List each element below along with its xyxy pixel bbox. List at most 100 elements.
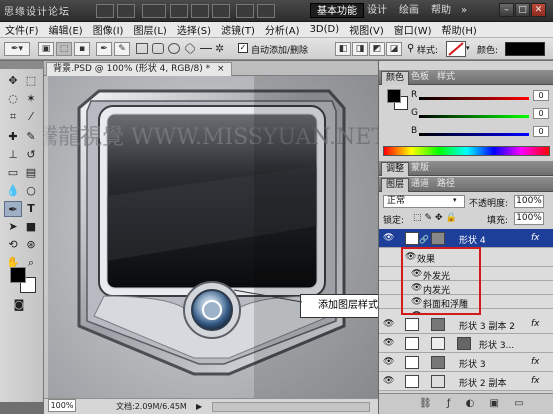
fill-pixels-icon[interactable]: ▪ <box>74 42 90 56</box>
doc-info[interactable]: 文档:2.09M/6.45M <box>116 399 187 414</box>
workspace-painting-button[interactable]: 绘画 <box>393 3 425 18</box>
eye-icon[interactable]: 👁 <box>383 234 394 243</box>
lock-icons[interactable]: ⬚✎✥🔒 <box>413 213 460 223</box>
eye-icon[interactable]: 👁 <box>405 253 416 262</box>
blur-tool-icon[interactable]: 💧 <box>4 183 22 199</box>
eye-icon[interactable]: 👁 <box>411 284 422 293</box>
workspace-more-button[interactable]: » <box>455 3 473 18</box>
eye-icon[interactable]: 👁 <box>383 358 394 367</box>
minimize-button[interactable]: – <box>499 3 514 17</box>
shape-layers-icon[interactable]: ▣ <box>38 42 54 56</box>
marquee-tool-icon[interactable]: ⬚ <box>22 73 40 89</box>
effect-outer-glow[interactable]: 👁 外发光 <box>379 267 553 282</box>
combine-add-icon[interactable]: ◧ <box>335 42 351 56</box>
eye-icon[interactable]: 👁 <box>411 270 422 279</box>
brush-tool-icon[interactable]: ✎ <box>22 129 40 145</box>
quick-mask-icon[interactable]: ◙ <box>10 297 28 313</box>
hand-tool-icon[interactable] <box>170 4 188 18</box>
eye-icon[interactable]: 👁 <box>383 320 394 329</box>
combine-subtract-icon[interactable]: ◨ <box>352 42 368 56</box>
layer-row-shape3-copy2[interactable]: 👁 形状 3 副本 2 fx <box>379 315 553 334</box>
line-shape-icon[interactable] <box>200 48 212 49</box>
status-menu-arrow-icon[interactable]: ▶ <box>196 399 202 414</box>
eye-icon[interactable]: 👁 <box>411 298 422 307</box>
screen-mode-icon[interactable] <box>257 4 275 18</box>
maximize-button[interactable]: □ <box>515 3 530 17</box>
arrange-docs-icon[interactable] <box>236 4 254 18</box>
menu-select[interactable]: 选择(S) <box>172 22 216 37</box>
workspace-design-button[interactable]: 设计 <box>361 3 393 18</box>
tab-paths[interactable]: 路径 <box>433 178 459 192</box>
crop-tool-icon[interactable]: ⌗ <box>4 109 22 125</box>
ellipse-shape-icon[interactable] <box>168 43 180 54</box>
custom-shape-tool-icon[interactable]: ■ <box>22 219 40 235</box>
lasso-tool-icon[interactable]: ◌ <box>4 91 22 107</box>
tab-layers[interactable]: 图层 <box>381 178 410 192</box>
clone-stamp-icon[interactable]: ⊥ <box>4 147 22 163</box>
custom-shape-icon[interactable]: ✲ <box>215 42 224 55</box>
3d-orbit-icon[interactable]: ⊛ <box>22 237 40 253</box>
freeform-pen-icon[interactable]: ✎ <box>114 42 130 56</box>
path-select-icon[interactable]: ➤ <box>4 219 22 235</box>
history-brush-icon[interactable]: ↺ <box>22 147 40 163</box>
rounded-rectangle-icon[interactable] <box>152 43 164 54</box>
menu-3d[interactable]: 3D(D) <box>305 24 345 35</box>
fx-icon[interactable]: fx <box>531 233 540 243</box>
document-tab[interactable]: 背景.PSD @ 100% (形状 4, RGB/8) * × <box>46 62 232 76</box>
eyedropper-icon[interactable]: ⁄ <box>22 109 40 125</box>
fx-icon[interactable]: fx <box>531 376 540 386</box>
horizontal-scrollbar[interactable] <box>212 402 370 412</box>
combine-intersect-icon[interactable]: ◩ <box>369 42 385 56</box>
menu-help[interactable]: 帮助(H) <box>437 22 482 37</box>
fill-field[interactable]: 100% <box>514 212 544 225</box>
menu-edit[interactable]: 编辑(E) <box>44 22 88 37</box>
tab-adjustments[interactable]: 调整 <box>381 162 410 176</box>
gradient-tool-icon[interactable]: ▤ <box>22 165 40 181</box>
layer-row-shape2-copy[interactable]: 👁 形状 2 副本 fx <box>379 372 553 391</box>
bridge-icon[interactable] <box>96 4 114 18</box>
3d-rotate-icon[interactable]: ⟲ <box>4 237 22 253</box>
color-swatch[interactable] <box>505 42 545 56</box>
menu-filter[interactable]: 滤镜(T) <box>216 22 260 37</box>
blue-value[interactable]: 0 <box>533 126 549 137</box>
polygon-shape-icon[interactable] <box>183 42 197 55</box>
combine-exclude-icon[interactable]: ◪ <box>386 42 402 56</box>
eye-icon[interactable]: 👁 <box>383 377 394 386</box>
dodge-tool-icon[interactable]: ○ <box>22 183 40 199</box>
chevron-down-icon[interactable]: ▾ <box>466 44 470 52</box>
red-slider[interactable] <box>419 97 529 100</box>
move-tool-icon[interactable]: ✥ <box>4 73 22 89</box>
close-button[interactable]: ✕ <box>531 3 546 17</box>
green-value[interactable]: 0 <box>533 108 549 119</box>
layers-panel-footer[interactable]: ⛓ ƒ ◐ ▣ ▭ 🗑 <box>379 393 553 414</box>
menu-layer[interactable]: 图层(L) <box>128 22 171 37</box>
fx-icon[interactable]: fx <box>531 357 540 367</box>
magic-wand-icon[interactable]: ✶ <box>22 91 40 107</box>
workspace-essentials-button[interactable]: 基本功能 <box>310 3 364 18</box>
layer-row-shape4[interactable]: 👁 🔗 形状 4 fx <box>379 229 553 248</box>
effect-bevel-emboss[interactable]: 👁 斜面和浮雕 <box>379 295 553 310</box>
menu-image[interactable]: 图像(I) <box>88 22 129 37</box>
close-tab-icon[interactable]: × <box>217 64 225 74</box>
tab-color[interactable]: 颜色 <box>381 71 410 85</box>
menu-file[interactable]: 文件(F) <box>0 22 44 37</box>
effect-inner-glow[interactable]: 👁 内发光 <box>379 281 553 296</box>
fx-icon[interactable]: fx <box>531 319 540 329</box>
rectangle-shape-icon[interactable] <box>136 43 148 54</box>
minibridge-icon[interactable] <box>117 4 135 18</box>
eye-icon[interactable]: 👁 <box>383 339 394 348</box>
panel-foreground-swatch-top[interactable] <box>387 89 401 103</box>
tab-masks[interactable]: 蒙版 <box>407 162 433 176</box>
rotate-view-icon[interactable] <box>212 4 230 18</box>
menu-view[interactable]: 视图(V) <box>344 22 389 37</box>
link-style-icon[interactable]: ⚲ <box>407 43 414 54</box>
menu-analysis[interactable]: 分析(A) <box>260 22 305 37</box>
layer-effects-group[interactable]: 👁 效果 <box>379 248 553 267</box>
color-spectrum-bar[interactable] <box>383 146 550 156</box>
green-slider[interactable] <box>419 115 529 118</box>
layer-row-shape3[interactable]: 👁 形状 3 fx <box>379 353 553 372</box>
pen-tool-icon[interactable]: ✒ <box>96 42 112 56</box>
pen-tool-icon[interactable]: ✒ <box>4 201 22 217</box>
type-tool-icon[interactable]: T <box>22 201 40 217</box>
tab-swatches[interactable]: 色板 <box>407 71 433 85</box>
